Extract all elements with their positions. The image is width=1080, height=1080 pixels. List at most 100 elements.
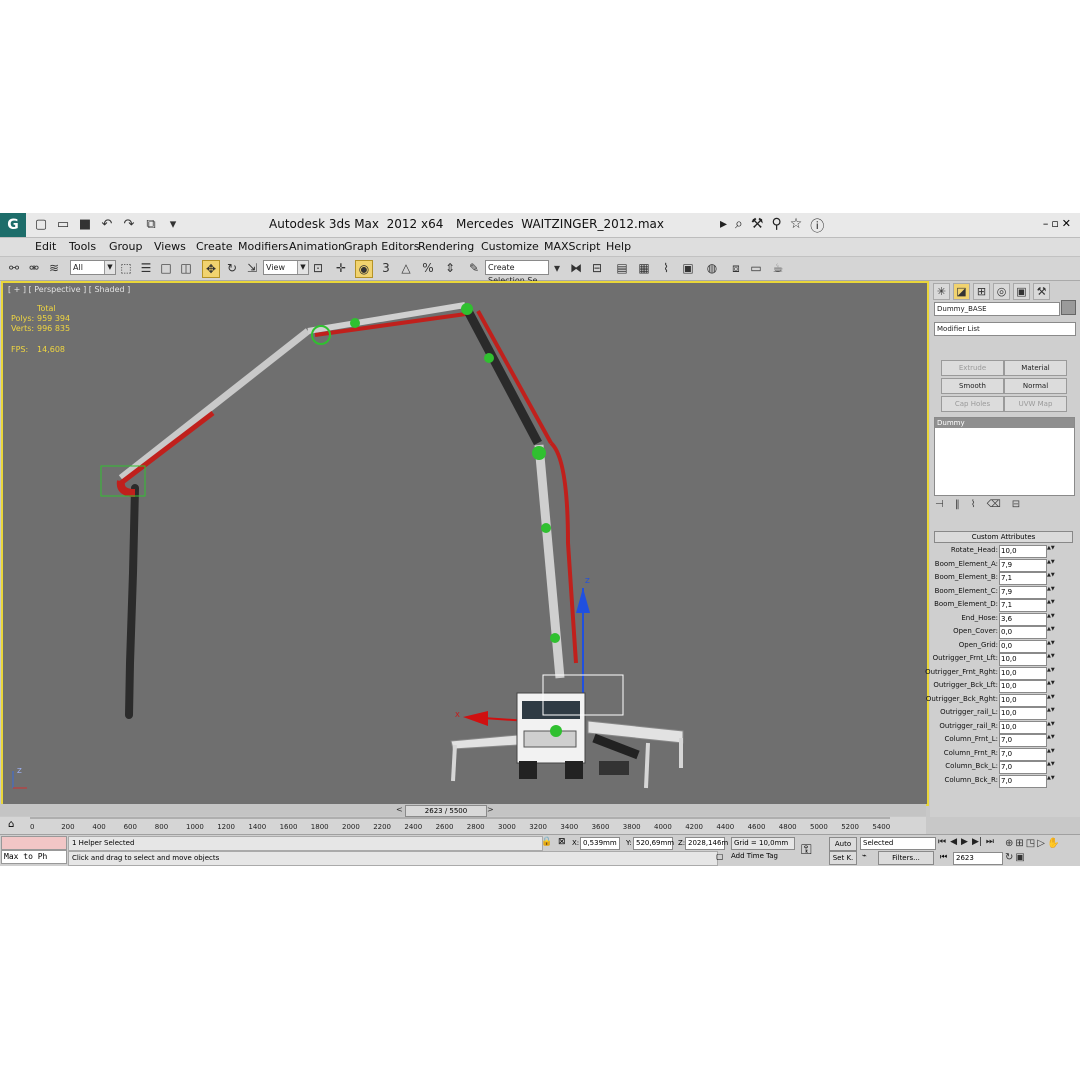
menu-create[interactable]: Create bbox=[196, 240, 233, 253]
spinner-arrows-icon[interactable]: ▲▼ bbox=[1047, 721, 1055, 733]
attribute-value-field[interactable]: 0,0 bbox=[999, 639, 1047, 653]
zoom-extents-icon[interactable]: ◳ bbox=[1026, 838, 1037, 849]
set-key-icon[interactable]: ⚿ bbox=[801, 842, 812, 858]
pan-icon[interactable]: ✋ bbox=[1047, 838, 1061, 849]
open-file-icon[interactable]: ▭ bbox=[55, 216, 71, 233]
absolute-mode-icon[interactable]: ⊠ bbox=[558, 837, 566, 847]
attribute-value-field[interactable]: 0,0 bbox=[999, 626, 1047, 639]
cap-holes-button[interactable]: Cap Holes bbox=[941, 396, 1004, 412]
maxscript-listener-output[interactable] bbox=[1, 836, 67, 850]
attribute-value-field[interactable]: 10,0 bbox=[999, 666, 1047, 680]
spinner-arrows-icon[interactable]: ▲▼ bbox=[1047, 586, 1055, 598]
add-time-tag[interactable]: Add Time Tag bbox=[731, 852, 778, 860]
x-coord-field[interactable]: 0,539mm bbox=[580, 837, 620, 850]
keyboard-shortcut-toggle-icon[interactable]: ◉ bbox=[355, 260, 373, 278]
modifier-stack[interactable]: Dummy bbox=[934, 417, 1075, 496]
modify-tab-icon[interactable]: ◪ bbox=[953, 283, 970, 300]
perspective-viewport[interactable]: [ + ] [ Perspective ] [ Shaded ] Total P… bbox=[1, 281, 929, 806]
spinner-arrows-icon[interactable]: ▲▼ bbox=[1047, 573, 1055, 584]
rendered-frame-window-icon[interactable]: ▭ bbox=[748, 260, 764, 276]
menu-modifiers[interactable]: Modifiers bbox=[238, 240, 288, 253]
object-name-field[interactable]: Dummy_BASE bbox=[934, 302, 1060, 316]
attribute-value-field[interactable]: 7,0 bbox=[999, 734, 1047, 747]
go-to-end-icon[interactable]: ⏭ bbox=[986, 837, 994, 847]
align-icon[interactable]: ⊟ bbox=[589, 260, 605, 276]
menu-tools[interactable]: Tools bbox=[69, 240, 96, 253]
spinner-snap-icon[interactable]: ⇕ bbox=[442, 260, 458, 276]
orbit-icon[interactable]: ↻ bbox=[1005, 852, 1015, 863]
render-production-icon[interactable]: ☕ bbox=[770, 260, 786, 276]
window-controls[interactable]: –▫✕ bbox=[1043, 217, 1074, 230]
spinner-arrows-icon[interactable]: ▲▼ bbox=[1047, 546, 1055, 557]
modifier-list-dropdown[interactable]: Modifier List bbox=[934, 322, 1076, 336]
favorite-star-icon[interactable]: ☆ bbox=[790, 216, 803, 236]
material-button[interactable]: Material bbox=[1004, 360, 1067, 376]
tools-icon[interactable]: ⚒ bbox=[751, 216, 764, 236]
set-key-button[interactable]: Set K. bbox=[829, 851, 857, 865]
next-frame-icon[interactable]: ▶| bbox=[972, 837, 982, 847]
percent-snap-icon[interactable]: % bbox=[420, 260, 436, 276]
named-selection-set-dropdown[interactable]: Create Selection Se bbox=[485, 260, 549, 285]
mirror-icon[interactable]: ⧓ bbox=[568, 260, 584, 276]
select-rotate-icon[interactable]: ↻ bbox=[224, 260, 240, 276]
go-to-start-icon[interactable]: ⏮ bbox=[938, 837, 946, 847]
attribute-value-field[interactable]: 7,0 bbox=[999, 774, 1047, 788]
pin-icon[interactable]: ⚲ bbox=[771, 216, 781, 236]
smooth-button[interactable]: Smooth bbox=[941, 378, 1004, 394]
select-object-icon[interactable]: ⬚ bbox=[118, 260, 134, 276]
fov-icon[interactable]: ▷ bbox=[1037, 838, 1047, 849]
filters-button[interactable]: Filters... bbox=[878, 851, 934, 865]
maxscript-mini-listener[interactable]: Max to Ph bbox=[1, 850, 67, 864]
rect-selection-icon[interactable]: □ bbox=[158, 260, 174, 276]
attribute-value-field[interactable]: 7,0 bbox=[999, 761, 1047, 774]
spinner-arrows-icon[interactable]: ▲▼ bbox=[1047, 762, 1055, 773]
dropdown-toggle-icon[interactable]: ▾ bbox=[549, 260, 565, 276]
custom-attributes-rollout[interactable]: Custom Attributes bbox=[934, 531, 1073, 543]
key-mode-icon[interactable]: ⌁ bbox=[862, 851, 867, 860]
redo-icon[interactable]: ↷ bbox=[121, 216, 137, 233]
unlink-icon[interactable]: ⚮ bbox=[26, 260, 42, 276]
prev-frame-icon[interactable]: ◀ bbox=[950, 837, 957, 847]
zoom-all-icon[interactable]: ⊞ bbox=[1015, 838, 1025, 849]
graphite-ribbon-icon[interactable]: ▦ bbox=[636, 260, 652, 276]
lock-icon[interactable]: 🔒 bbox=[541, 837, 552, 847]
menu-views[interactable]: Views bbox=[154, 240, 186, 253]
link-icon[interactable]: ⚯ bbox=[6, 260, 22, 276]
pivot-center-icon[interactable]: ⊡ bbox=[310, 260, 326, 276]
window-crossing-icon[interactable]: ◫ bbox=[178, 260, 194, 276]
time-tag-icon[interactable]: ▢ bbox=[716, 852, 724, 861]
attribute-value-field[interactable]: 10,0 bbox=[999, 680, 1047, 693]
3dsmax-logo-icon[interactable]: G bbox=[0, 213, 26, 237]
spinner-arrows-icon[interactable]: ▲▼ bbox=[1047, 600, 1055, 611]
spinner-arrows-icon[interactable]: ▲▼ bbox=[1047, 640, 1055, 652]
spinner-arrows-icon[interactable]: ▲▼ bbox=[1047, 708, 1055, 719]
create-tab-icon[interactable]: ✳ bbox=[933, 283, 950, 300]
menu-maxscript[interactable]: MAXScript bbox=[544, 240, 600, 253]
menu-help[interactable]: Help bbox=[606, 240, 631, 253]
menu-graph-editors[interactable]: Graph Editors bbox=[344, 240, 420, 253]
undo-icon[interactable]: ↶ bbox=[99, 216, 115, 233]
save-file-icon[interactable]: ■ bbox=[77, 216, 93, 233]
attribute-value-field[interactable]: 10,0 bbox=[999, 693, 1047, 707]
time-next-arrow[interactable]: > bbox=[487, 805, 494, 814]
current-frame-field[interactable]: 2623 bbox=[953, 852, 1003, 865]
spinner-arrows-icon[interactable]: ▲▼ bbox=[1047, 735, 1055, 746]
spinner-arrows-icon[interactable]: ▲▼ bbox=[1047, 667, 1055, 679]
time-prev-arrow[interactable]: < bbox=[396, 805, 403, 814]
select-scale-icon[interactable]: ⇲ bbox=[244, 260, 260, 276]
expand-arrow-icon[interactable]: ▸ bbox=[720, 216, 727, 236]
y-coord-field[interactable]: 520,69mm bbox=[633, 837, 674, 850]
attribute-value-field[interactable]: 7,9 bbox=[999, 585, 1047, 599]
spinner-arrows-icon[interactable]: ▲▼ bbox=[1047, 613, 1055, 625]
attribute-value-field[interactable]: 7,1 bbox=[999, 572, 1047, 585]
zoom-icon[interactable]: ⊕ bbox=[1005, 838, 1015, 849]
hierarchy-tab-icon[interactable]: ⊞ bbox=[973, 283, 990, 300]
menu-edit[interactable]: Edit bbox=[35, 240, 56, 253]
concrete-pump-truck-model[interactable]: Z X Z bbox=[3, 283, 927, 804]
maximize-viewport-icon[interactable]: ▣ bbox=[1015, 852, 1026, 863]
play-icon[interactable]: ▶ bbox=[961, 837, 968, 847]
spinner-arrows-icon[interactable]: ▲▼ bbox=[1047, 654, 1055, 665]
schematic-view-icon[interactable]: ▣ bbox=[680, 260, 696, 276]
auto-key-button[interactable]: Auto bbox=[829, 837, 857, 851]
material-editor-icon[interactable]: ◍ bbox=[704, 260, 720, 276]
